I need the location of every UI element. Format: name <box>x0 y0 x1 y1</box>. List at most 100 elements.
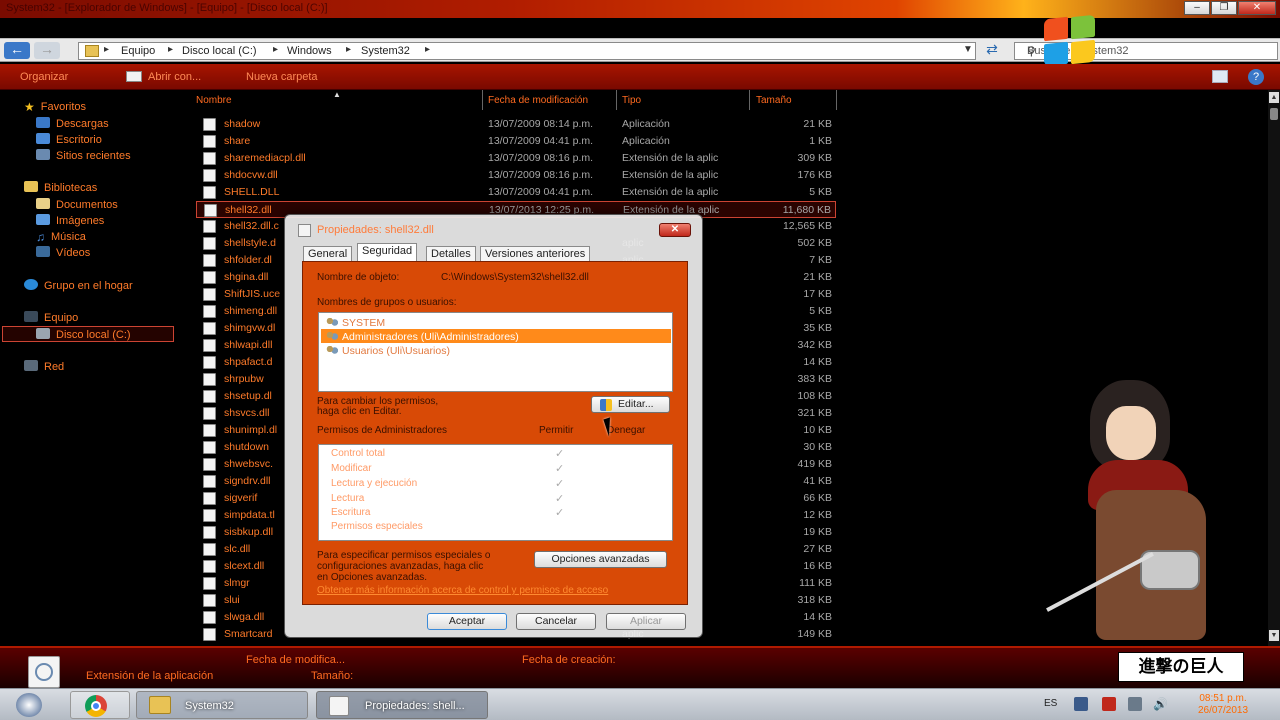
explorer-taskbar-button[interactable]: System32 <box>136 691 308 719</box>
downloads-icon <box>36 117 50 128</box>
close-window-button[interactable]: ✕ <box>1238 1 1276 15</box>
permission-modify: Modificar <box>331 463 372 474</box>
sidebar-item-recent[interactable]: Sitios recientes <box>36 149 131 162</box>
file-row[interactable]: shdocvw.dll 13/07/2009 08:16 p.m. Extensió… <box>196 167 836 184</box>
file-name: shdocvw.dll <box>224 169 278 181</box>
dll-file-icon <box>329 696 349 716</box>
vertical-scrollbar[interactable]: ▲ ▼ <box>1268 90 1280 646</box>
clock-time: 08:51 p.m. <box>1199 693 1247 704</box>
anime-logo: 進撃の巨人 <box>1118 652 1244 682</box>
system-clock[interactable]: 08:51 p.m. 26/07/2013 <box>1183 693 1263 717</box>
special-permissions-text-1: Para especificar permisos especiales o <box>317 550 491 561</box>
details-file-type: Extensión de la aplicación <box>86 670 214 682</box>
battery-tray-icon[interactable] <box>1128 697 1142 711</box>
tab-security[interactable]: Seguridad <box>357 243 418 262</box>
properties-dialog: Propiedades: shell32.dll ✕ General Segur… <box>284 214 703 638</box>
sidebar-item-libraries[interactable]: Bibliotecas <box>24 181 97 194</box>
refresh-button[interactable]: ⇄ <box>980 42 1004 59</box>
chrome-taskbar-button[interactable] <box>70 691 130 719</box>
file-icon <box>203 560 216 573</box>
apply-button[interactable]: Aplicar <box>606 613 686 630</box>
volume-icon[interactable]: 🔊 <box>1153 697 1168 711</box>
network-tray-icon[interactable] <box>1074 697 1088 711</box>
column-header-type[interactable]: Tipo <box>622 95 641 106</box>
tab-details[interactable]: Detalles <box>426 246 476 261</box>
user-item-system[interactable]: SYSTEM <box>321 315 671 329</box>
scroll-down-icon[interactable]: ▼ <box>1269 630 1279 641</box>
check-icon: ✓ <box>555 493 565 505</box>
documents-icon <box>36 198 50 209</box>
back-button[interactable]: ← <box>4 42 30 59</box>
file-icon <box>203 271 216 284</box>
open-with-button[interactable]: Abrir con... <box>148 71 201 83</box>
advanced-options-button[interactable]: Opciones avanzadas <box>534 551 667 568</box>
maximize-button[interactable]: ❐ <box>1211 1 1237 15</box>
file-size: 108 KB <box>797 390 832 402</box>
scroll-up-icon[interactable]: ▲ <box>1269 92 1279 103</box>
sidebar-item-images[interactable]: Imágenes <box>36 214 104 227</box>
file-icon <box>203 118 216 131</box>
file-name: shsetup.dl <box>224 390 272 402</box>
dialog-title: Propiedades: shell32.dll <box>317 224 434 236</box>
sidebar-item-computer[interactable]: Equipo <box>24 311 78 324</box>
file-icon <box>203 356 216 369</box>
sidebar-item-videos[interactable]: Vídeos <box>36 246 90 259</box>
properties-taskbar-button[interactable]: Propiedades: shell... <box>316 691 488 719</box>
users-list[interactable]: SYSTEM Administradores (Uli\Administrado… <box>318 312 673 392</box>
forward-button[interactable]: → <box>34 42 60 59</box>
tab-previous-versions[interactable]: Versiones anteriores <box>480 246 591 261</box>
scroll-thumb[interactable] <box>1270 108 1278 120</box>
shield-icon <box>600 399 612 411</box>
dropdown-arrow-icon[interactable]: ▼ <box>963 44 973 55</box>
file-name: slmgr <box>224 577 250 589</box>
breadcrumb-separator-icon: ▸ <box>346 44 352 55</box>
sidebar-item-music[interactable]: ♫ Música <box>36 230 86 244</box>
preview-pane-icon[interactable] <box>1212 70 1228 83</box>
start-button[interactable] <box>4 691 54 719</box>
file-row[interactable]: sharemediacpl.dll 13/07/2009 08:16 p.m. Ex… <box>196 150 836 167</box>
column-header-date[interactable]: Fecha de modificación <box>488 95 588 106</box>
music-icon: ♫ <box>36 230 45 244</box>
permissions-help-link[interactable]: Obtener más información acerca de contro… <box>317 585 608 596</box>
file-name: slcext.dll <box>224 560 265 572</box>
sidebar-item-homegroup[interactable]: Grupo en el hogar <box>24 279 133 292</box>
file-type: Extensión de la aplic <box>622 169 719 181</box>
breadcrumb-system32[interactable]: System32 <box>361 45 410 57</box>
breadcrumb-computer[interactable]: Equipo <box>121 45 155 57</box>
sidebar-item-network[interactable]: Red <box>24 360 64 373</box>
user-item-administrators[interactable]: Administradores (Uli\Administradores) <box>321 329 671 343</box>
file-name: shunimpl.dl <box>224 424 278 436</box>
file-row[interactable]: shadow 13/07/2009 08:14 p.m. Aplicación 21 … <box>196 116 836 133</box>
sidebar-item-desktop[interactable]: Escritorio <box>36 133 102 146</box>
breadcrumb-separator-icon: ▸ <box>425 44 431 55</box>
column-header-name[interactable]: Nombre <box>196 95 232 106</box>
sidebar-item-downloads[interactable]: Descargas <box>36 117 109 130</box>
sidebar-item-favorites[interactable]: ★ Favoritos <box>24 100 86 114</box>
language-indicator[interactable]: ES <box>1044 698 1057 709</box>
organize-button[interactable]: Organizar <box>20 71 68 83</box>
user-item-users[interactable]: Usuarios (Uli\Usuarios) <box>321 343 671 357</box>
breadcrumb-local-disk[interactable]: Disco local (C:) <box>182 45 257 57</box>
sidebar-item-documents[interactable]: Documentos <box>36 198 118 211</box>
file-row[interactable]: share 13/07/2009 04:41 p.m. Aplicación 1 KB <box>196 133 836 150</box>
sidebar-item-local-disk[interactable]: Disco local (C:) <box>36 328 131 341</box>
file-size: 35 KB <box>803 322 832 334</box>
column-header-size[interactable]: Tamaño <box>756 95 792 106</box>
breadcrumb-windows[interactable]: Windows <box>287 45 332 57</box>
file-icon <box>203 492 216 505</box>
file-icon <box>203 543 216 556</box>
file-name: shlwapi.dll <box>224 339 273 351</box>
minimize-button[interactable]: – <box>1184 1 1210 15</box>
dialog-close-button[interactable]: ✕ <box>659 223 691 237</box>
file-icon <box>203 237 216 250</box>
tab-general[interactable]: General <box>303 246 353 261</box>
new-folder-button[interactable]: Nueva carpeta <box>246 71 318 83</box>
file-row[interactable]: SHELL.DLL 13/07/2009 04:41 p.m. Extensión … <box>196 184 836 201</box>
cancel-button[interactable]: Cancelar <box>516 613 596 630</box>
help-icon[interactable]: ? <box>1248 69 1264 85</box>
action-center-icon[interactable] <box>1102 697 1116 711</box>
ok-button[interactable]: Aceptar <box>427 613 507 630</box>
file-size: 16 KB <box>803 560 832 572</box>
edit-button[interactable]: Editar... <box>591 396 670 413</box>
address-bar[interactable]: ▸ Equipo ▸ Disco local (C:) ▸ Windows ▸ … <box>78 42 976 60</box>
